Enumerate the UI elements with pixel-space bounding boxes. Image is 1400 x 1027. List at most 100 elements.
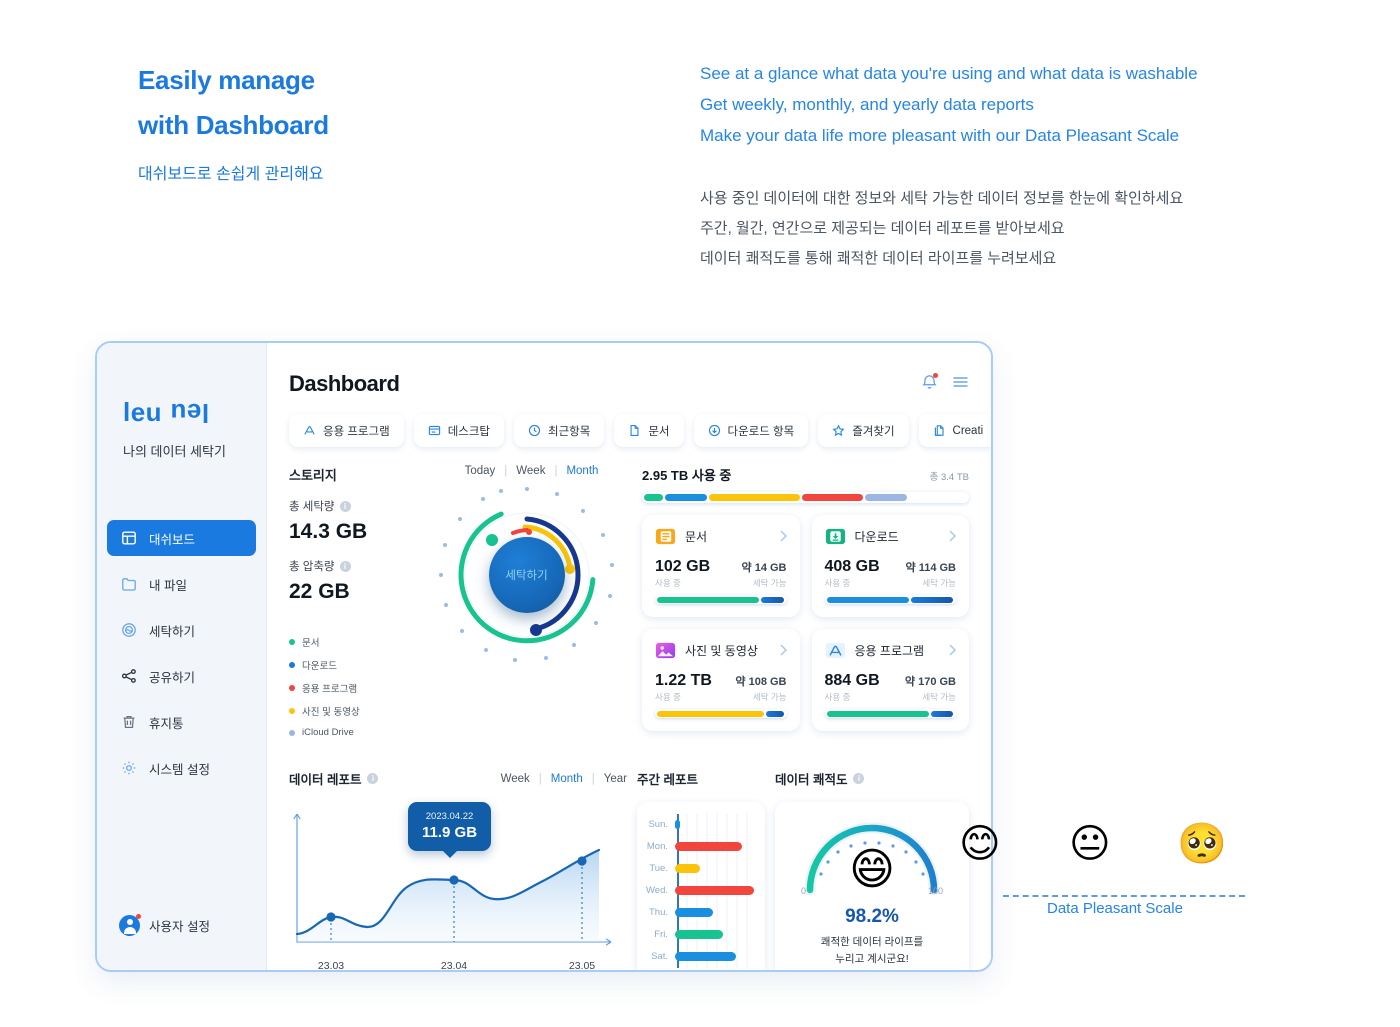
info-icon[interactable]: i [853,773,865,784]
gauge-percent-value: 98.2% [845,906,899,927]
chevron-right-icon[interactable] [949,529,957,547]
sidebar-item-wash[interactable]: 세탁하기 [107,612,256,648]
intro-en-line: See at a glance what data you're using a… [700,64,1198,83]
report-period-week[interactable]: Week [501,773,530,785]
total-wash-row: 총 세탁량 i [289,498,419,514]
hamburger-menu-icon[interactable] [952,375,969,389]
storage-card-applications[interactable]: 응용 프로그램 884 GB 약 170 GB 사용 중 세탁 가능 [811,629,969,731]
download-box-icon [825,528,845,545]
legend-item: iCloud Drive [289,727,419,738]
gauge-min-label: 0 [801,886,807,896]
storage-card-photos-videos[interactable]: 사진 및 동영상 1.22 TB 약 108 GB 사용 중 세탁 가능 [642,629,800,731]
card-free-value: 약 114 GB [905,562,956,574]
card-progress-washable [930,710,954,717]
bell-badge-dot [933,373,938,378]
sidebar-item-trash[interactable]: 휴지통 [107,704,256,740]
sidebar-nav: 대쉬보드 내 파일 세탁하기 공유하기 휴지통 시스템 설정 [97,520,266,796]
chevron-right-icon[interactable] [949,643,957,661]
info-icon[interactable]: i [367,773,379,784]
bar-track [675,863,757,873]
usage-segment-documents [644,494,664,501]
bar-day-label: Sat. [651,950,668,962]
storage-legend: 문서 다운로드 응용 프로그램 사진 및 동영상 iCloud Drive [289,635,419,738]
report-period-switch: Week | Month | Year [491,773,627,785]
info-icon[interactable]: i [339,560,351,572]
bar-track [675,907,757,917]
pleasant-title: 데이터 쾌적도 [775,773,848,787]
card-values: 102 GB 약 14 GB [655,558,787,576]
total-wash-label: 총 세탁량 [289,501,335,513]
user-setting-button[interactable]: 사용자 설정 [119,914,210,936]
intro-en-line: Get weekly, monthly, and yearly data rep… [700,95,1034,114]
tab-creative[interactable]: Creati [918,414,991,447]
chevron-right-icon[interactable] [779,643,787,661]
period-week[interactable]: Week [516,465,545,477]
sidebar-item-dashboard[interactable]: 대쉬보드 [107,520,256,556]
card-free-sublabel: 세탁 가능 [922,578,956,588]
emoji-neutral: 😐 [1069,822,1111,866]
wash-button[interactable]: 세탁하기 [488,537,565,613]
bar-day-label: Sun. [648,818,668,830]
gauge-emoji: 😄 [849,845,895,894]
pleasant-gauge-card: 😄 0 100 98.2% 쾌적한 데이터 라이프를 누리고 계시군요! [775,802,969,970]
bar-fill [675,951,736,961]
donut-period-switch: Today | Week | Month [419,465,634,477]
chevron-right-icon[interactable] [779,529,787,547]
period-separator: | [504,465,508,477]
tab-documents[interactable]: 문서 [614,414,684,447]
bar-track [675,929,757,939]
overview-row: 스토리지 총 세탁량 i 14.3 GB 총 압축량 i 22 GB 문서 다운… [289,465,991,747]
brand-block: leu leu 나의 데이터 세탁기 [97,343,266,460]
usage-segment-applications [801,494,864,501]
bell-icon[interactable] [921,373,938,391]
sidebar-item-label: 세탁하기 [149,624,196,639]
card-used-value: 1.22 TB [655,672,712,689]
sidebar-item-system-settings[interactable]: 시스템 설정 [107,750,256,786]
dashboard-window: leu leu 나의 데이터 세탁기 대쉬보드 내 파일 세탁하기 공유하기 휴… [95,341,993,972]
sidebar-item-my-files[interactable]: 내 파일 [107,566,256,602]
tab-label: 최근항목 [548,425,591,438]
trash-icon [121,714,137,730]
period-today[interactable]: Today [465,465,496,477]
period-separator: | [538,772,542,785]
tab-favorites[interactable]: 즐겨찾기 [818,414,909,447]
intro-kr-line: 주간, 월간, 연간으로 제공되는 데이터 레포트를 받아보세요 [700,220,1065,237]
card-used-sublabel: 사용 중 [655,692,681,702]
card-free-sublabel: 세탁 가능 [752,578,787,588]
gear-icon [121,760,137,776]
card-progress-bar [824,709,956,718]
storage-section-title: 스토리지 [289,468,337,483]
tab-applications[interactable]: 응용 프로그램 [289,414,404,447]
storage-card-documents[interactable]: 문서 102 GB 약 14 GB 사용 중 세탁 가능 [642,515,800,617]
card-progress-used [657,596,759,603]
bar-day-label: Mon. [646,840,668,852]
period-month[interactable]: Month [566,465,598,477]
sidebar-item-share[interactable]: 공유하기 [107,658,256,694]
total-wash-value: 14.3 GB [289,520,368,543]
storage-card-downloads[interactable]: 다운로드 408 GB 약 114 GB 사용 중 세탁 가능 [811,515,969,617]
card-header: 문서 [655,526,787,547]
card-free-value: 약 14 GB [741,562,787,574]
storage-card-grid: 문서 102 GB 약 14 GB 사용 중 세탁 가능 다운로드 408 GB… [642,515,969,731]
tooltip-value: 11.9 GB [422,824,478,841]
logo-text-a: leu [123,397,163,427]
total-compress-value: 22 GB [289,580,350,603]
info-icon[interactable]: i [339,500,351,512]
tab-label: 다운로드 항목 [727,425,795,438]
tab-downloads[interactable]: 다운로드 항목 [693,414,809,447]
card-used-value: 884 GB [824,672,880,689]
bar-track [675,841,757,851]
intro-headline-block: Easily manage with Dashboard 대쉬보드로 손쉽게 관… [138,58,329,184]
main-content: Dashboard 응용 프로그램 데스크탑 최근항목 문서 다운로드 항목 즐… [267,343,991,970]
report-period-month[interactable]: Month [551,773,583,785]
user-setting-label: 사용자 설정 [149,920,210,934]
bar-fill [675,885,754,895]
data-report-title: 데이터 레포트 [289,773,362,787]
gauge-message-line-2: 누리고 계시군요! [835,953,909,965]
tab-recent[interactable]: 최근항목 [514,414,605,447]
scale-caption: Data Pleasant Scale [1047,900,1183,917]
report-period-year[interactable]: Year [604,773,627,785]
bar-day-label: Tue. [649,862,668,874]
tab-desktop[interactable]: 데스크탑 [413,414,505,447]
page-root: Easily manage with Dashboard 대쉬보드로 손쉽게 관… [0,0,1400,1027]
